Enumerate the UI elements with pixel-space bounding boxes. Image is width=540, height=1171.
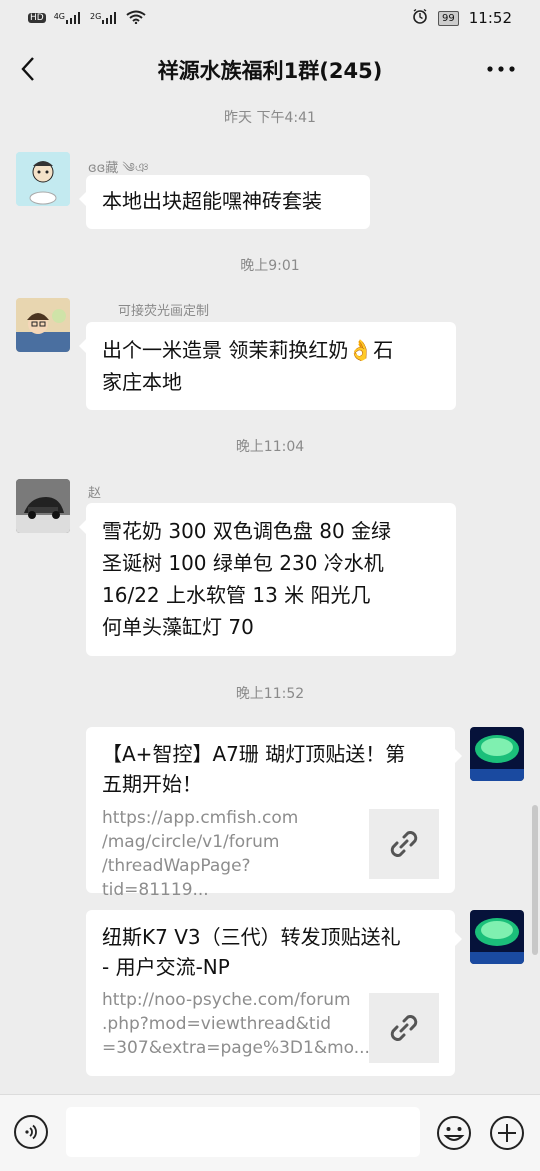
- more-options-button[interactable]: [484, 54, 518, 84]
- emoji-icon: [437, 1116, 471, 1150]
- link-url-line: .php?mod=viewthread&tid: [102, 1014, 332, 1034]
- link-url-line: https://app.cmfish.com: [102, 808, 299, 828]
- link-url: http://noo-psyche.com/forum .php?mod=vie…: [102, 988, 370, 1060]
- message-line: 圣诞树 100 绿单包 230 冷水机: [102, 551, 384, 575]
- avatar[interactable]: [16, 298, 70, 352]
- scrollbar[interactable]: [532, 805, 538, 955]
- message-line: 出个一米造景 领茉莉换红奶👌石: [102, 338, 394, 362]
- battery-icon: 99: [438, 10, 459, 26]
- wifi-icon: [126, 10, 146, 27]
- chat-header: 祥源水族福利1群(245): [0, 36, 540, 104]
- link-thumbnail: [369, 993, 439, 1063]
- link-thumbnail: [369, 809, 439, 879]
- link-url-line: /mag/circle/v1/forum: [102, 832, 280, 852]
- message-text: 本地出块超能嘿神砖套装: [102, 189, 322, 213]
- link-title-line: 【A+智控】A7珊 瑚灯顶贴送！第: [102, 742, 406, 766]
- link-url: https://app.cmfish.com /mag/circle/v1/fo…: [102, 806, 356, 902]
- link-icon: [390, 831, 418, 857]
- more-functions-button[interactable]: [489, 1115, 525, 1151]
- link-url-line: /threadWapPage?tid=81119...: [102, 856, 251, 900]
- message-line: 16/22 上水软管 13 米 阳光几: [102, 583, 371, 607]
- avatar[interactable]: [16, 152, 70, 206]
- clock: 11:52: [468, 9, 512, 27]
- plus-icon: [490, 1116, 524, 1150]
- timestamp: 昨天 下午4:41: [224, 110, 316, 126]
- sender-name: 赵: [88, 486, 102, 501]
- link-url-line: =307&extra=page%3D1&mo...: [102, 1038, 370, 1058]
- avatar[interactable]: [470, 727, 524, 781]
- 4g-signal-icon: 4G: [54, 12, 82, 24]
- composer-bar: [0, 1094, 540, 1171]
- link-title: 纽斯K7 V3（三代）转发顶贴送礼 - 用户交流-NP: [102, 922, 439, 982]
- chevron-left-icon: [21, 57, 34, 81]
- chat-title: 祥源水族福利1群(245): [157, 59, 383, 83]
- 2g-signal-icon: 2G: [90, 12, 118, 24]
- link-card[interactable]: 纽斯K7 V3（三代）转发顶贴送礼 - 用户交流-NP http://noo-p…: [86, 910, 462, 1076]
- link-title: 【A+智控】A7珊 瑚灯顶贴送！第 五期开始！: [102, 739, 439, 799]
- link-title-line: 五期开始！: [102, 772, 202, 796]
- alarm-icon: [412, 8, 428, 28]
- link-card[interactable]: 【A+智控】A7珊 瑚灯顶贴送！第 五期开始！ https://app.cmfi…: [86, 727, 462, 900]
- back-button[interactable]: [14, 52, 42, 86]
- link-title-line: 纽斯K7 V3（三代）转发顶贴送礼: [102, 925, 401, 949]
- status-right: 99 11:52: [412, 8, 512, 28]
- voice-input-button[interactable]: [14, 1115, 48, 1149]
- message-line: 雪花奶 300 双色调色盘 80 金绿: [102, 519, 392, 543]
- sender-name: 可接荧光画定制: [118, 304, 210, 319]
- timestamp: 晚上11:52: [235, 686, 305, 702]
- avatar[interactable]: [16, 479, 70, 533]
- status-left: HD 4G 2G: [28, 10, 146, 27]
- message-bubble[interactable]: 本地出块超能嘿神砖套装: [79, 175, 370, 229]
- link-title-line: - 用户交流-NP: [102, 955, 230, 979]
- avatar[interactable]: [470, 910, 524, 964]
- message-bubble[interactable]: 出个一米造景 领茉莉换红奶👌石 家庄本地: [79, 322, 456, 410]
- message-line: 何单头藻缸灯 70: [102, 615, 254, 639]
- message-bubble[interactable]: 雪花奶 300 双色调色盘 80 金绿 圣诞树 100 绿单包 230 冷水机 …: [79, 503, 456, 656]
- link-url-line: http://noo-psyche.com/forum: [102, 990, 351, 1010]
- status-bar: HD 4G 2G 99 11:52: [0, 0, 540, 36]
- message-line: 家庄本地: [102, 370, 182, 394]
- emoji-button[interactable]: [436, 1115, 472, 1151]
- link-icon: [390, 1015, 418, 1041]
- voice-icon: [25, 1124, 37, 1140]
- timestamp: 晚上9:01: [240, 258, 300, 274]
- hd-icon: HD: [28, 13, 46, 23]
- timestamp: 晚上11:04: [235, 439, 305, 455]
- more-dots-icon: [487, 66, 515, 72]
- message-input[interactable]: [66, 1107, 420, 1157]
